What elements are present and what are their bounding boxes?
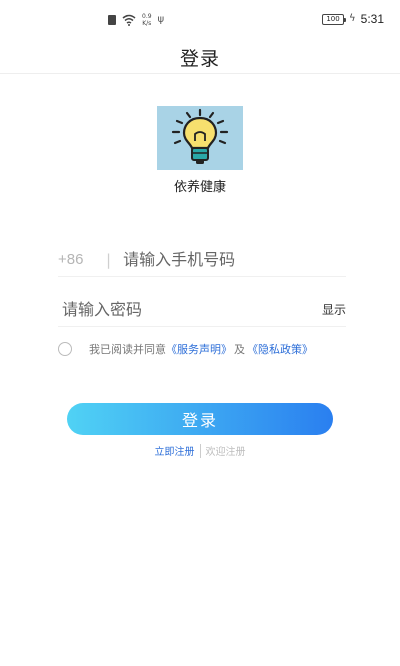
country-code-separator: | — [106, 250, 112, 269]
page-title: 登录 — [179, 48, 220, 70]
wifi-icon — [122, 14, 136, 26]
app-logo — [157, 106, 243, 170]
password-input-row: 显示 — [58, 293, 346, 327]
app-name: 依养健康 — [173, 180, 226, 195]
welcome-register-text: 欢迎注册 — [205, 447, 246, 458]
status-right-icons: 100 ϟ 5:31 — [322, 12, 384, 26]
network-speed-unit: K/s — [142, 20, 152, 27]
links-divider — [199, 443, 201, 458]
password-input[interactable] — [58, 300, 322, 319]
status-bar: 0.9 K/s ψ 100 ϟ 5:31 — [0, 0, 400, 40]
service-statement-link[interactable]: 《服务声明》 — [166, 341, 232, 357]
sim-card-icon — [108, 15, 116, 25]
agreement-and: 及 — [234, 343, 245, 356]
header-divider — [0, 73, 400, 74]
phone-input[interactable] — [123, 250, 346, 269]
register-now-link[interactable]: 立即注册 — [155, 443, 195, 458]
agreement-row: 我已阅读并同意 《服务声明》 及 《隐私政策》 — [58, 341, 378, 357]
show-password-toggle[interactable]: 显示 — [322, 301, 346, 318]
usb-icon: ψ — [157, 14, 165, 25]
status-left-icons: 0.9 K/s ψ — [108, 13, 164, 27]
agreement-checkbox[interactable] — [58, 342, 72, 356]
login-button[interactable]: 登录 — [67, 403, 333, 435]
network-speed-value: 0.9 — [142, 13, 152, 20]
charging-bolt-icon: ϟ — [349, 13, 356, 24]
phone-input-row: +86 | — [58, 243, 346, 277]
country-code[interactable]: +86 — [58, 251, 106, 268]
battery-icon: 100 — [322, 13, 347, 25]
bottom-links: 立即注册 欢迎注册 — [0, 443, 400, 458]
lightbulb-icon — [171, 108, 229, 164]
privacy-policy-link[interactable]: 《隐私政策》 — [247, 341, 313, 357]
network-speed: 0.9 K/s — [142, 13, 152, 27]
status-time: 5:31 — [360, 12, 384, 26]
agreement-prefix: 我已阅读并同意 — [89, 343, 166, 356]
